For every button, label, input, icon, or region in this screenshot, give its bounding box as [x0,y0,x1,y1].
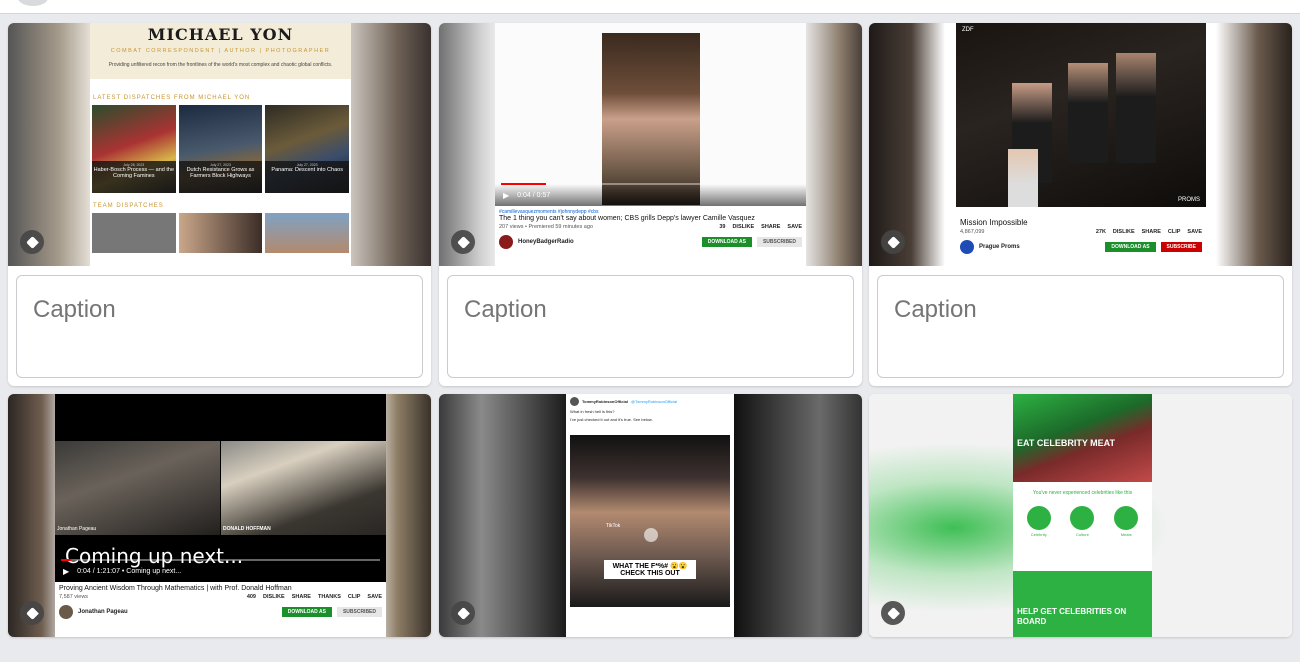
post-title: Haber-Bosch Process — and the Coming Fam… [93,167,175,179]
video-title: Proving Ancient Wisdom Through Mathemati… [59,585,292,592]
tag-icon[interactable] [20,230,44,254]
tag-icon[interactable] [451,601,475,625]
caption-placeholder: Caption [894,296,977,323]
youtube-screenshot: Jonathan Pageau DONALD HOFFMAN Coming up… [55,394,386,637]
video-overlay-logo: PROMS [1177,197,1200,203]
caption-field[interactable]: Caption [877,275,1284,378]
like-count: 39 [719,224,726,230]
subhead: You've never experienced celebrities lik… [1032,490,1133,496]
caption-field[interactable]: Caption [16,275,423,378]
subscribed-button: SUBSCRIBED [756,237,802,247]
site-blurb: Providing unfiltered recon from the fron… [108,62,333,68]
speaker-label: DONALD HOFFMAN [223,526,271,532]
tag-icon[interactable] [451,230,475,254]
media-card: ▶ 0:04 / 0:57 #camillevasquezmoments #joh… [439,23,862,386]
download-button: DOWNLOAD AS [701,237,752,247]
section-heading: LATEST DISPATCHES FROM MICHAEL YON [93,95,251,101]
video-caption: WHAT THE F*%# 😮😮 CHECK THIS OUT [604,560,696,579]
media-card: Jonathan Pageau DONALD HOFFMAN Coming up… [8,394,431,637]
like-count: 27K [1095,229,1106,235]
like-count: 409 [246,594,256,600]
caption-placeholder: Caption [464,296,547,323]
post-card[interactable]: July 27, 2023 Panama: Descent into Chaos [265,105,350,193]
media-thumbnail[interactable]: Jonathan Pageau DONALD HOFFMAN Coming up… [8,394,431,637]
tag-icon[interactable] [20,601,44,625]
video-title: Mission Impossible [960,218,1028,227]
play-icon[interactable] [644,528,658,542]
media-card: MICHAEL YON COMBAT CORRESPONDENT | AUTHO… [8,23,431,386]
media-thumbnail[interactable]: ▶ 0:04 / 0:57 #camillevasquezmoments #joh… [439,23,862,266]
view-count: 4,867,099 [960,229,985,235]
avatar[interactable] [18,0,48,6]
channel-name: Prague Proms [979,244,1020,250]
video-time: 0:04 / 1:21:07 • Coming up next... [77,567,182,575]
tweet-screenshot: TommyRobinsonOfficial @TommyRobinsonOffi… [566,394,734,637]
video-title: The 1 thing you can't say about women; C… [499,215,755,222]
video-time: 0:04 / 0:57 [517,191,551,199]
tag-icon[interactable] [881,230,905,254]
tweet-text: What in fresh hell is this? [570,409,615,414]
account-handle: @TommyRobinsonOfficial [630,399,677,404]
view-count: 7,587 views [59,594,89,600]
subscribed-button: SUBSCRIBED [336,607,382,617]
top-bar [0,0,1300,14]
post-card[interactable]: July 28, 2023 Haber-Bosch Process — and … [92,105,176,193]
tweet-text: I've just checked it out and it's true. … [570,417,653,422]
channel-avatar [59,605,73,619]
youtube-screenshot: ZDF PROMS Mission Impossible 4,867,099 2… [956,23,1206,266]
speaker-label: Jonathan Pageau [57,526,97,532]
footer-cta: HELP GET CELEBRITIES ON BOARD [1017,607,1127,626]
channel-overlay: ZDF [962,27,974,33]
media-card: ZDF PROMS Mission Impossible 4,867,099 2… [869,23,1292,386]
site-title: MICHAEL YON [147,25,294,44]
post-card[interactable]: July 27, 2023 Dutch Resistance Grows as … [178,105,263,193]
section-heading: TEAM DISPATCHES [93,203,164,209]
subscribe-button: SUBSCRIBE [1160,242,1202,252]
post-title: Dutch Resistance Grows as Farmers Block … [186,167,255,179]
caption-field[interactable]: Caption [447,275,854,378]
channel-name: HoneyBadgerRadio [518,239,574,245]
tiktok-label: TikTok [606,523,621,529]
account-name: TommyRobinsonOfficial [582,399,628,404]
download-button: DOWNLOAD AS [1105,242,1156,252]
youtube-screenshot: ▶ 0:04 / 0:57 #camillevasquezmoments #joh… [495,23,806,266]
celebrity-icon [1026,506,1051,530]
website-screenshot: EAT CELEBRITY MEAT You've never experien… [1013,394,1152,637]
channel-name: Jonathan Pageau [78,609,128,615]
media-card: TommyRobinsonOfficial @TommyRobinsonOffi… [439,394,862,637]
media-card: EAT CELEBRITY MEAT You've never experien… [869,394,1292,637]
hero-title: EAT CELEBRITY MEAT [1017,438,1116,448]
culture-icon [1070,506,1095,530]
site-tagline: COMBAT CORRESPONDENT | AUTHOR | PHOTOGRA… [110,48,331,54]
tag-icon[interactable] [881,601,905,625]
channel-avatar [499,235,513,249]
website-screenshot: MICHAEL YON COMBAT CORRESPONDENT | AUTHO… [90,23,351,266]
caption-placeholder: Caption [33,296,116,323]
media-thumbnail[interactable]: EAT CELEBRITY MEAT You've never experien… [869,394,1292,637]
media-thumbnail[interactable]: TommyRobinsonOfficial @TommyRobinsonOffi… [439,394,862,637]
post-title: Panama: Descent into Chaos [271,167,343,173]
channel-avatar [960,240,974,254]
media-thumbnail[interactable]: MICHAEL YON COMBAT CORRESPONDENT | AUTHO… [8,23,431,266]
meats-icon [1114,506,1139,530]
download-button: DOWNLOAD AS [281,607,332,617]
media-thumbnail[interactable]: ZDF PROMS Mission Impossible 4,867,099 2… [869,23,1292,266]
video-stats: 207 views • Premiered 59 minutes ago [499,224,593,230]
